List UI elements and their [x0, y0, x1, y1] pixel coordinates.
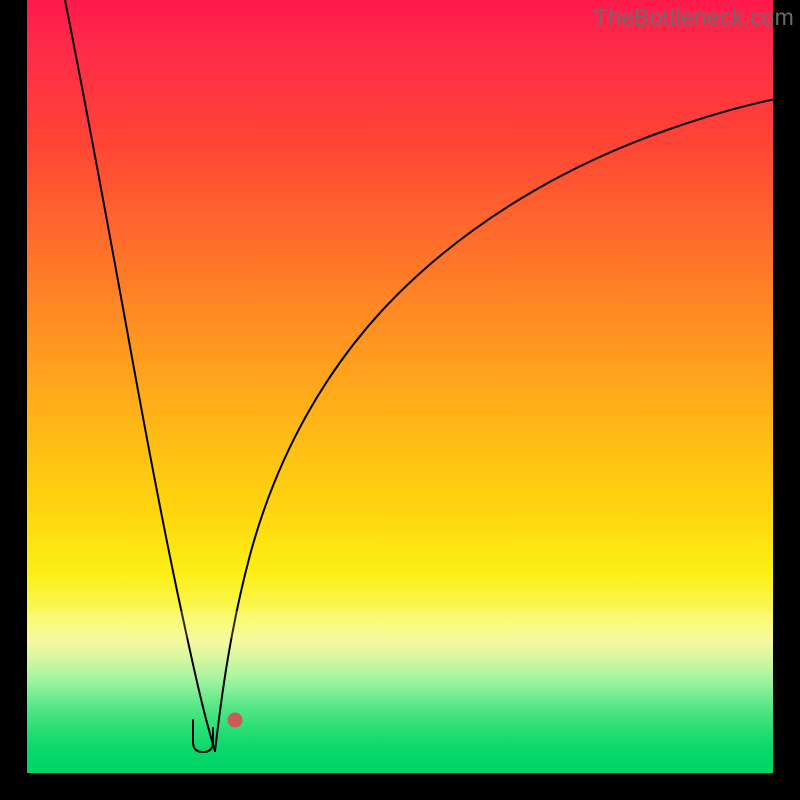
right-curve: [215, 95, 773, 751]
bottleneck-curve-chart: [27, 0, 773, 773]
watermark-text: TheBottleneck.com: [594, 4, 794, 31]
plot-area: [27, 0, 773, 773]
valley-dot-marker: [228, 713, 242, 727]
left-curve: [65, 0, 215, 751]
